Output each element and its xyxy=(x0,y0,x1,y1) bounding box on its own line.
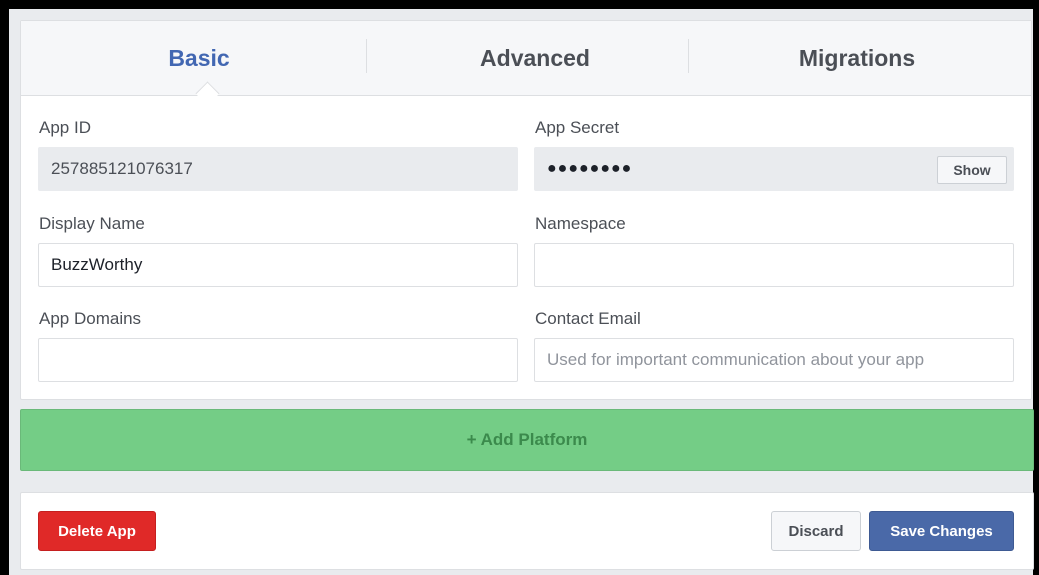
tab-migrations[interactable]: Migrations xyxy=(689,21,1025,95)
screenshot-frame-right xyxy=(1033,0,1039,575)
display-name-label: Display Name xyxy=(39,214,145,233)
tab-basic[interactable]: Basic xyxy=(31,21,367,95)
namespace-label: Namespace xyxy=(535,214,626,233)
show-secret-button[interactable]: Show xyxy=(937,156,1007,184)
app-secret-field: ●●●●●●●● Show xyxy=(534,147,1014,191)
app-secret-value: ●●●●●●●● xyxy=(547,160,633,177)
app-id-label: App ID xyxy=(39,118,91,137)
display-name-value: BuzzWorthy xyxy=(51,255,143,274)
app-id-field: 257885121076317 xyxy=(38,147,518,191)
app-secret-label: App Secret xyxy=(535,118,620,137)
action-footer: Delete App Discard Save Changes xyxy=(20,492,1034,570)
discard-button[interactable]: Discard xyxy=(771,511,861,551)
tab-advanced[interactable]: Advanced xyxy=(367,21,703,95)
display-name-input[interactable]: BuzzWorthy xyxy=(38,243,518,287)
app-domains-input[interactable] xyxy=(38,338,518,382)
save-changes-button[interactable]: Save Changes xyxy=(869,511,1014,551)
basic-settings-card: Basic Advanced Migrations App ID 2578851… xyxy=(20,20,1032,400)
screenshot-frame-left xyxy=(0,0,9,575)
app-domains-label: App Domains xyxy=(39,309,142,328)
app-id-value: 257885121076317 xyxy=(51,159,193,178)
contact-email-label: Contact Email xyxy=(535,309,641,328)
add-platform-button[interactable]: + Add Platform xyxy=(20,409,1034,471)
namespace-input[interactable] xyxy=(534,243,1014,287)
contact-email-input[interactable]: Used for important communication about y… xyxy=(534,338,1014,382)
delete-app-button[interactable]: Delete App xyxy=(38,511,156,551)
tab-bar: Basic Advanced Migrations xyxy=(21,21,1031,96)
contact-email-placeholder: Used for important communication about y… xyxy=(547,350,925,369)
screenshot-frame-top xyxy=(8,0,1039,9)
settings-panel: Basic Advanced Migrations App ID 2578851… xyxy=(9,9,1034,575)
